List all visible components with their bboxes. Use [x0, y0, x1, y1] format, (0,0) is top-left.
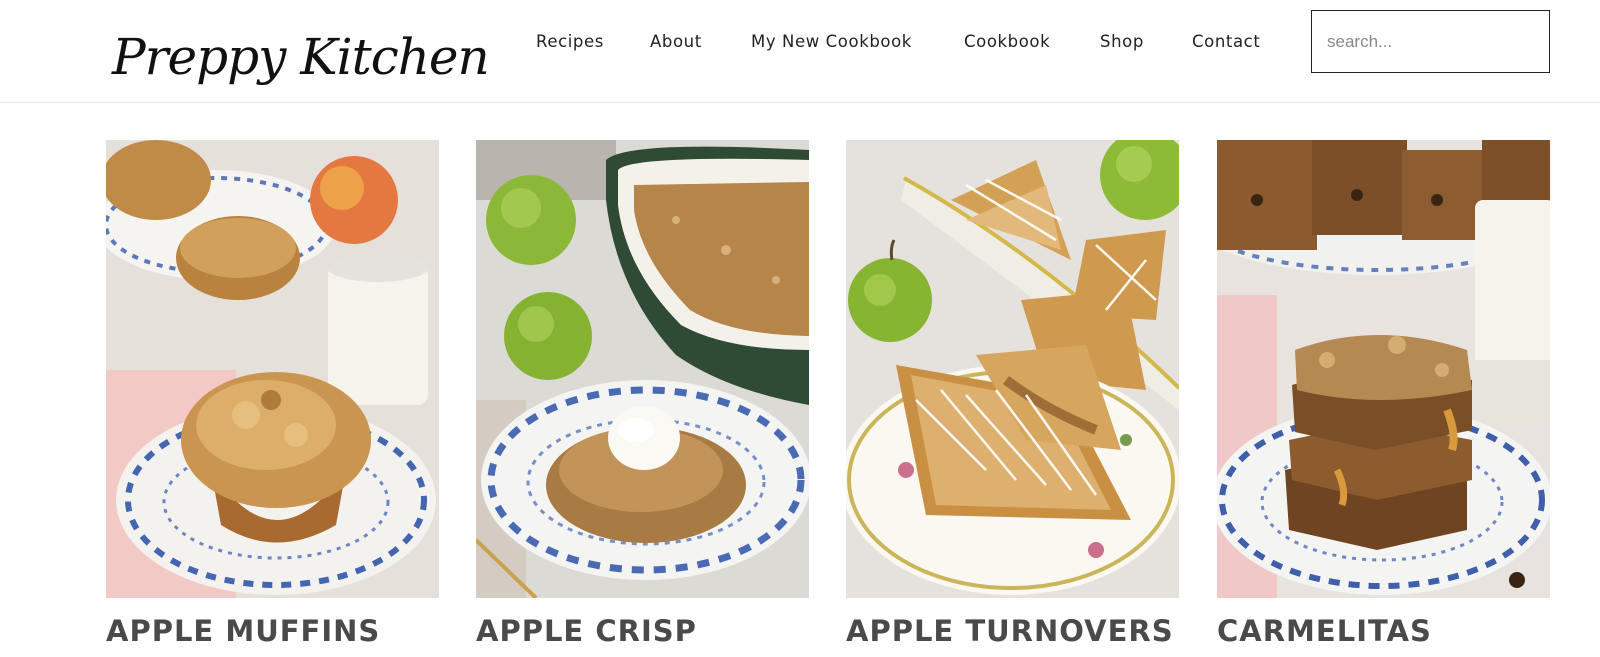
recipe-card[interactable]: CARMELITAS — [1217, 140, 1550, 657]
recipe-card[interactable]: APPLE TURNOVERS — [846, 140, 1179, 657]
carmelitas-photo[interactable] — [1217, 140, 1550, 598]
recipe-title[interactable]: CARMELITAS — [1217, 614, 1432, 648]
nav-item-my-new-cookbook[interactable]: My New Cookbook — [751, 30, 912, 54]
apple-crisp-photo[interactable] — [476, 140, 809, 598]
apple-turnovers-photo[interactable] — [846, 140, 1179, 598]
site-header: Preppy Kitchen Recipes About My New Cook… — [0, 0, 1600, 103]
nav-item-cookbook[interactable]: Cookbook — [964, 30, 1050, 54]
nav-item-recipes[interactable]: Recipes — [536, 30, 604, 54]
nav-item-shop[interactable]: Shop — [1100, 30, 1144, 54]
search-input[interactable] — [1312, 11, 1549, 72]
recipe-card[interactable]: APPLE MUFFINS — [106, 140, 439, 657]
recipe-title[interactable]: APPLE CRISP — [476, 614, 697, 648]
apple-muffins-photo[interactable] — [106, 140, 439, 598]
recipe-title[interactable]: APPLE MUFFINS — [106, 614, 380, 648]
nav-item-about[interactable]: About — [650, 30, 702, 54]
nav-item-contact[interactable]: Contact — [1192, 30, 1260, 54]
search-box — [1311, 10, 1550, 73]
recipe-card[interactable]: APPLE CRISP — [476, 140, 809, 657]
recipe-title[interactable]: APPLE TURNOVERS — [846, 614, 1174, 648]
site-logo[interactable]: Preppy Kitchen — [112, 22, 490, 102]
